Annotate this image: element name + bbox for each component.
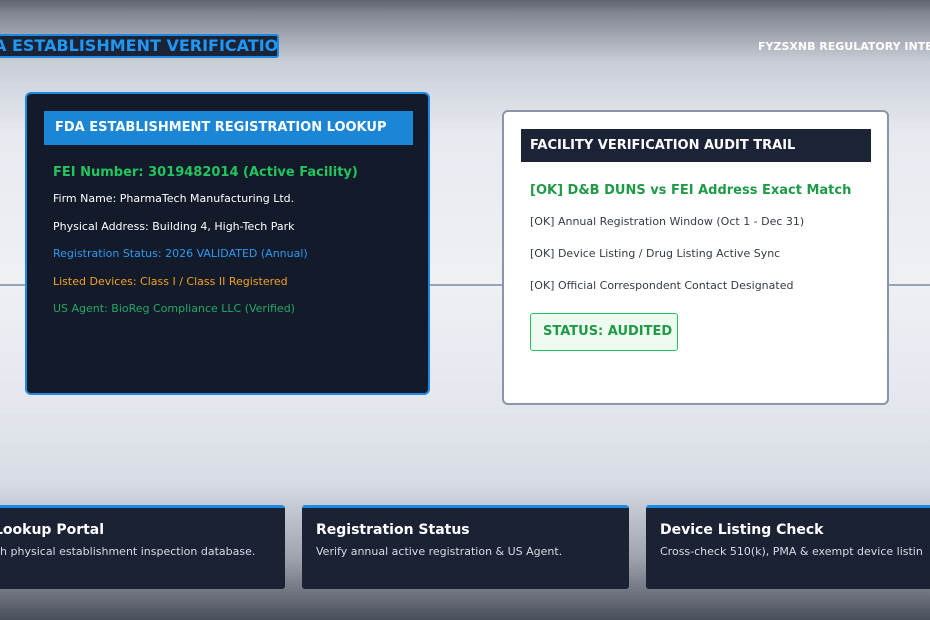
audit-trail-card: FACILITY VERIFICATION AUDIT TRAIL [OK] D…	[502, 110, 889, 405]
lookup-card-heading: FDA ESTABLISHMENT REGISTRATION LOOKUP	[44, 111, 413, 145]
feature-card-registration-status[interactable]: Registration Status Verify annual active…	[302, 505, 629, 589]
top-shadow-band	[0, 0, 930, 12]
feature-card-lookup-portal[interactable]: Lookup Portal ch physical establishment …	[0, 505, 285, 589]
audit-card-heading: FACILITY VERIFICATION AUDIT TRAIL	[521, 129, 871, 162]
brand-label: FYZSXNB REGULATORY INTELL	[758, 40, 930, 53]
feature-description: ch physical establishment inspection dat…	[0, 545, 256, 558]
feature-description: Verify annual active registration & US A…	[316, 545, 563, 558]
feature-description: Cross-check 510(k), PMA & exempt device …	[660, 545, 923, 558]
audit-check-duns: [OK] D&B DUNS vs FEI Address Exact Match	[530, 183, 852, 198]
status-badge: STATUS: AUDITED	[530, 313, 678, 351]
feature-title: Registration Status	[316, 522, 470, 538]
feature-card-device-listing[interactable]: Device Listing Check Cross-check 510(k),…	[646, 505, 930, 589]
audit-check-item: [OK] Annual Registration Window (Oct 1 -…	[530, 215, 805, 228]
page-title: A ESTABLISHMENT VERIFICATION	[0, 34, 279, 58]
audit-check-item: [OK] Device Listing / Drug Listing Activ…	[530, 247, 781, 260]
fei-number: FEI Number: 3019482014 (Active Facility)	[53, 165, 358, 180]
firm-name: Firm Name: PharmaTech Manufacturing Ltd.	[53, 192, 295, 205]
audit-check-item: [OK] Official Correspondent Contact Desi…	[530, 279, 794, 292]
feature-title: Device Listing Check	[660, 522, 824, 538]
physical-address: Physical Address: Building 4, High-Tech …	[53, 220, 295, 233]
registration-lookup-card: FDA ESTABLISHMENT REGISTRATION LOOKUP FE…	[25, 92, 430, 395]
feature-title: Lookup Portal	[0, 522, 105, 538]
listed-devices: Listed Devices: Class I / Class II Regis…	[53, 275, 288, 288]
us-agent: US Agent: BioReg Compliance LLC (Verifie…	[53, 302, 295, 315]
registration-status: Registration Status: 2026 VALIDATED (Ann…	[53, 247, 308, 260]
